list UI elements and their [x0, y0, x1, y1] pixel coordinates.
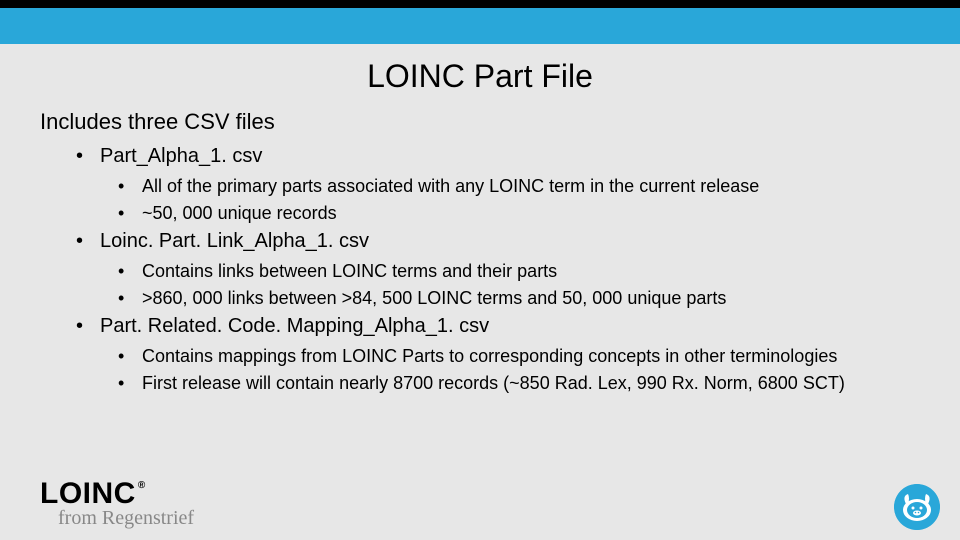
slide-content: Includes three CSV files Part_Alpha_1. c…: [0, 109, 960, 394]
file-detail: Contains mappings from LOINC Parts to co…: [118, 346, 920, 367]
file-details: Contains mappings from LOINC Parts to co…: [76, 346, 920, 394]
top-black-border: [0, 0, 960, 8]
file-detail: >860, 000 links between >84, 500 LOINC t…: [118, 288, 920, 309]
file-name: Part. Related. Code. Mapping_Alpha_1. cs…: [76, 315, 920, 338]
file-details: Contains links between LOINC terms and t…: [76, 261, 920, 309]
file-detail: All of the primary parts associated with…: [118, 176, 920, 197]
file-name: Part_Alpha_1. csv: [76, 145, 920, 168]
loinc-logo-word: LOINC: [40, 479, 136, 509]
file-detail: Contains links between LOINC terms and t…: [118, 261, 920, 282]
slide-title: LOINC Part File: [0, 58, 960, 95]
file-list: Part_Alpha_1. csv All of the primary par…: [40, 145, 920, 394]
file-name: Loinc. Part. Link_Alpha_1. csv: [76, 230, 920, 253]
file-detail: ~50, 000 unique records: [118, 203, 920, 224]
regenstrief-icon: [894, 484, 940, 530]
registered-mark: ®: [138, 481, 146, 491]
loinc-logo-text: LOINC ®: [40, 479, 194, 509]
loinc-logo: LOINC ® from Regenstrief: [40, 479, 194, 530]
file-item: Loinc. Part. Link_Alpha_1. csv Contains …: [76, 230, 920, 309]
file-detail: First release will contain nearly 8700 r…: [118, 373, 920, 394]
slide-footer: LOINC ® from Regenstrief: [40, 479, 940, 530]
top-blue-bar: [0, 8, 960, 44]
file-details: All of the primary parts associated with…: [76, 176, 920, 224]
loinc-tagline: from Regenstrief: [58, 507, 194, 530]
slide-subtitle: Includes three CSV files: [40, 109, 920, 135]
file-item: Part_Alpha_1. csv All of the primary par…: [76, 145, 920, 224]
file-item: Part. Related. Code. Mapping_Alpha_1. cs…: [76, 315, 920, 394]
